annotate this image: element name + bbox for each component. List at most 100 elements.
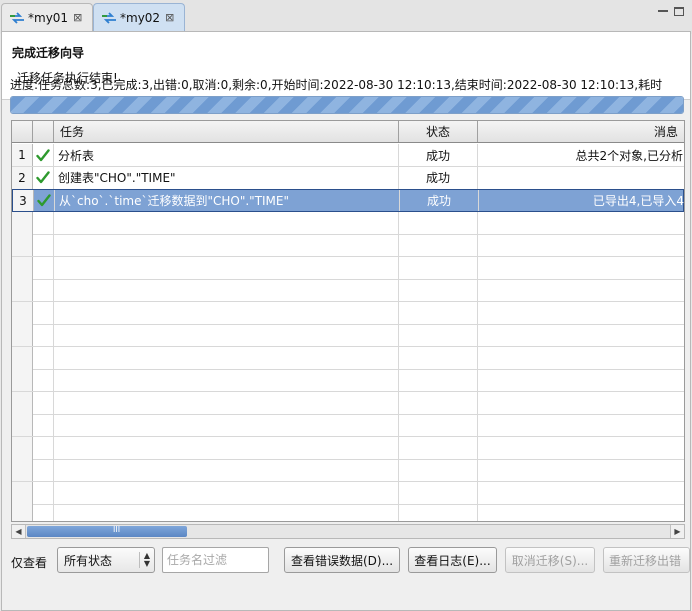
column-header-status[interactable]: 状态	[399, 121, 478, 142]
row-status-icon-cell	[33, 391, 54, 414]
tab-my02[interactable]: *my02 ⊠	[93, 3, 185, 31]
task-cell	[54, 481, 399, 504]
row-number-cell: 1	[12, 144, 33, 166]
status-cell: 成功	[399, 166, 478, 189]
task-cell: 分析表	[54, 144, 399, 166]
message-cell	[478, 482, 684, 504]
row-status-icon-cell	[33, 234, 54, 256]
message-cell	[478, 167, 684, 189]
table-row[interactable]	[12, 301, 684, 325]
row-number-cell	[12, 436, 33, 459]
row-status-icon-cell	[33, 481, 54, 504]
status-cell	[399, 436, 478, 459]
row-number-cell	[12, 504, 33, 521]
table-header: 任务 状态 消息	[12, 121, 684, 143]
page-title: 完成迁移向导	[12, 46, 85, 60]
status-filter-select[interactable]: 所有状态 ▲ ▼	[57, 547, 155, 573]
table-row[interactable]: 3 从`cho`.`time`迁移数据到"CHO"."TIME" 成功 已导出4,已导…	[12, 189, 684, 212]
row-number-cell	[12, 211, 33, 234]
tab-label: *my02	[120, 10, 161, 25]
table-row[interactable]	[12, 211, 684, 235]
status-cell	[399, 256, 478, 279]
table-row[interactable]	[12, 504, 684, 521]
table-row[interactable]	[12, 234, 684, 257]
tab-my01[interactable]: *my01 ⊠	[1, 3, 93, 31]
scrollbar-thumb[interactable]: III	[27, 525, 187, 537]
message-cell	[478, 392, 684, 414]
status-text: 成功	[425, 148, 450, 163]
remigrate-errors-button[interactable]: 重新迁移出错	[603, 547, 690, 573]
table-row[interactable]: 2 创建表"CHO"."TIME" 成功	[12, 166, 684, 190]
view-error-data-button[interactable]: 查看错误数据(D)...	[284, 547, 400, 573]
message-cell: 总共2个对象,已分析	[478, 144, 684, 166]
status-cell: 成功	[400, 190, 479, 211]
progress-bar	[10, 96, 684, 114]
row-number-cell: 3	[13, 190, 34, 211]
status-text: 成功	[425, 171, 450, 185]
row-status-icon-cell	[33, 144, 54, 166]
status-cell	[399, 459, 478, 481]
row-number-cell	[12, 414, 33, 436]
only-view-label: 仅查看	[11, 556, 48, 570]
task-cell	[54, 256, 399, 279]
message-cell	[478, 257, 684, 279]
task-cell	[54, 324, 399, 346]
window-controls	[658, 7, 684, 16]
row-number-cell	[12, 301, 33, 324]
updown-arrows-icon: ▲ ▼	[138, 552, 150, 568]
column-header-message[interactable]: 消息	[478, 121, 684, 142]
table-row[interactable]	[12, 346, 684, 370]
table-body: 1 分析表 成功 总共2个对象,已分析 2 创建表"CHO"."TIME" 成功 3 从`cho…	[12, 144, 684, 521]
task-cell	[54, 436, 399, 459]
task-name-filter-input[interactable]	[162, 547, 269, 573]
message-cell	[478, 347, 684, 369]
table-row[interactable]: 1 分析表 成功 总共2个对象,已分析	[12, 144, 684, 167]
tab-label: *my01	[28, 10, 69, 25]
row-number-cell	[12, 459, 33, 481]
table-row[interactable]	[12, 369, 684, 392]
sync-arrows-icon	[102, 11, 116, 24]
maximize-icon[interactable]	[674, 7, 684, 16]
table-row[interactable]	[12, 391, 684, 415]
row-status-icon-cell	[33, 256, 54, 279]
table-row[interactable]	[12, 279, 684, 302]
scroll-right-button[interactable]: ▶	[670, 525, 684, 538]
column-header-task[interactable]: 任务	[54, 121, 399, 142]
table-row[interactable]	[12, 459, 684, 482]
task-cell	[54, 211, 399, 234]
scroll-left-button[interactable]: ◀	[12, 525, 26, 538]
table-row[interactable]	[12, 481, 684, 505]
row-number-cell	[12, 279, 33, 301]
row-number-cell	[12, 481, 33, 504]
close-icon[interactable]: ⊠	[73, 11, 82, 24]
message-text: 总共2个对象,已分析	[575, 148, 683, 163]
message-text: 已导出4,已导入4	[592, 194, 684, 208]
message-cell	[478, 437, 684, 459]
table-row[interactable]	[12, 256, 684, 280]
row-status-icon-cell	[33, 279, 54, 301]
row-number-cell	[12, 391, 33, 414]
message-cell	[478, 324, 684, 346]
grip-icon: III	[113, 525, 121, 534]
cancel-migration-button[interactable]: 取消迁移(S)...	[505, 547, 595, 573]
message-cell	[478, 302, 684, 324]
message-cell	[478, 369, 684, 391]
table-row[interactable]	[12, 436, 684, 460]
horizontal-scrollbar[interactable]: ◀ III ▶	[11, 524, 685, 539]
editor-tab-bar: *my01 ⊠ *my02 ⊠	[0, 0, 692, 34]
close-icon[interactable]: ⊠	[165, 11, 174, 24]
minimize-icon[interactable]	[658, 10, 668, 13]
task-cell: 创建表"CHO"."TIME"	[54, 166, 399, 189]
table-row[interactable]	[12, 414, 684, 437]
row-status-icon-cell	[33, 436, 54, 459]
view-log-button[interactable]: 查看日志(E)...	[408, 547, 497, 573]
task-cell	[54, 414, 399, 436]
table-row[interactable]	[12, 324, 684, 347]
row-number: 1	[18, 148, 26, 162]
message-cell	[478, 459, 684, 481]
message-cell	[478, 414, 684, 436]
status-cell: 成功	[399, 144, 478, 166]
task-table: 任务 状态 消息 1 分析表 成功 总共2个对象,已分析 2 创建表"CHO"."TIME…	[11, 120, 685, 522]
message-cell	[478, 234, 684, 256]
row-number-cell	[12, 346, 33, 369]
